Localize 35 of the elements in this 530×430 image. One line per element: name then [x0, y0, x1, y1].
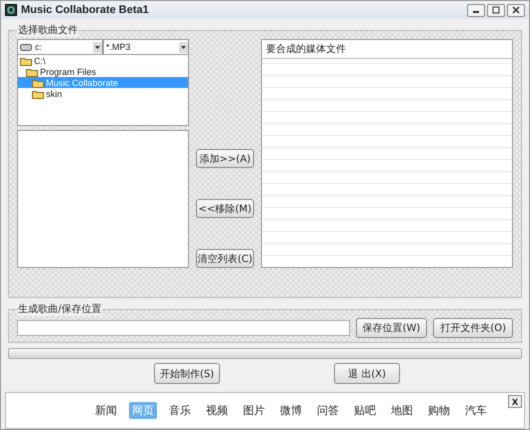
search-tab[interactable]: 问答 [314, 402, 342, 419]
search-tab[interactable]: 微博 [277, 402, 305, 419]
maximize-button[interactable] [487, 4, 505, 16]
search-tab[interactable]: 新闻 [92, 402, 120, 419]
app-icon [5, 4, 17, 16]
search-tab[interactable]: 汽车 [462, 402, 490, 419]
folder-item[interactable]: skin [18, 88, 188, 99]
close-button[interactable] [507, 4, 525, 16]
bottom-button[interactable]: 开始制作(S) [154, 363, 220, 384]
save-path-field[interactable] [17, 320, 350, 336]
close-button[interactable]: X [508, 395, 522, 408]
bottom-button[interactable]: 退 出(X) [334, 363, 400, 384]
action-button[interactable]: <<移除(M) [196, 199, 254, 218]
maximize-icon [492, 6, 500, 14]
output-button[interactable]: 保存位置(W) [356, 318, 428, 338]
drive-dropdown[interactable]: c: [17, 39, 103, 55]
drive-icon [20, 44, 32, 50]
close-icon [512, 6, 520, 14]
window-title: Music Collaborate Beta1 [21, 4, 149, 16]
minimize-button[interactable] [467, 4, 485, 16]
search-tab[interactable]: 购物 [425, 402, 453, 419]
folder-item[interactable]: C:\ [18, 55, 188, 66]
folder-icon [32, 78, 44, 88]
output-button[interactable]: 打开文件夹(O) [433, 318, 513, 338]
filter-dropdown[interactable]: *.MP3 [103, 39, 189, 55]
search-tab[interactable]: 音乐 [166, 402, 194, 419]
folder-item[interactable]: Program Files [18, 66, 188, 77]
group-label: 选择歌曲文件 [17, 23, 79, 37]
search-tab[interactable]: 视频 [203, 402, 231, 419]
group-label: 生成歌曲/保存位置 [17, 302, 102, 316]
action-button[interactable]: 清空列表(C) [196, 249, 254, 268]
search-tab[interactable]: 地图 [388, 402, 416, 419]
search-tab[interactable]: 贴吧 [351, 402, 379, 419]
action-button[interactable]: 添加>>(A) [196, 149, 254, 168]
search-tab[interactable]: 图片 [240, 402, 268, 419]
